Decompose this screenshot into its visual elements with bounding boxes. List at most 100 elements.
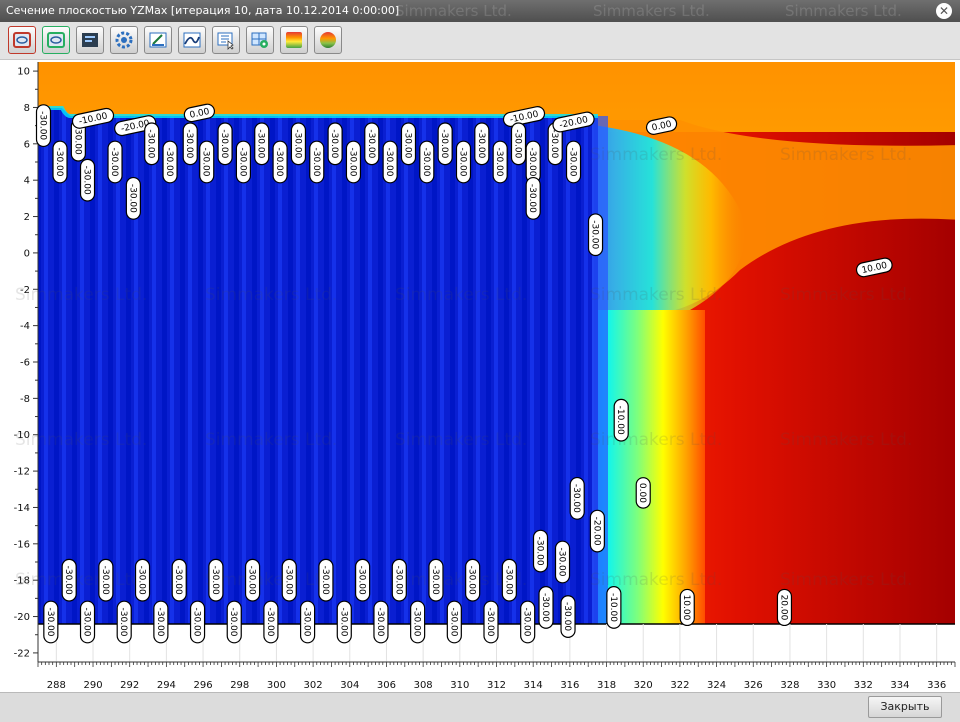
contour-label: -30.00 <box>263 600 279 644</box>
list-panel-icon[interactable] <box>76 26 104 54</box>
contour-label: -30.00 <box>532 529 549 573</box>
contour-label-text: -30.00 <box>448 607 458 636</box>
contour-label-text: -30.00 <box>347 147 357 176</box>
x-tick-label: 316 <box>560 680 579 691</box>
contour-label-text: -30.00 <box>549 129 559 158</box>
contour-label-text: -30.00 <box>118 607 128 636</box>
x-tick-label: 328 <box>780 680 799 691</box>
contour-label: -30.00 <box>520 600 536 644</box>
watermark: Simmakers Ltd. <box>590 570 722 590</box>
contour-label-text: -30.00 <box>164 147 174 176</box>
contour-label: -30.00 <box>43 600 59 644</box>
frozen-zone <box>38 108 598 624</box>
contour-label-text: -30.00 <box>38 111 48 140</box>
contour-label: -30.00 <box>419 140 435 184</box>
contour-label-text: -30.00 <box>421 147 431 176</box>
contour-label-text: -30.00 <box>494 147 504 176</box>
color-palette-icon[interactable] <box>280 26 308 54</box>
contour-label-text: -30.00 <box>173 566 183 595</box>
x-tick-label: 324 <box>707 680 726 691</box>
contour-label: -30.00 <box>410 600 426 644</box>
close-button[interactable]: Закрыть <box>868 696 942 718</box>
contour-label-text: -30.00 <box>557 547 567 576</box>
window-titlebar: Сечение плоскостью YZMax [итерация 10, д… <box>0 0 960 22</box>
contour-label: -30.00 <box>199 140 215 184</box>
draw-section-icon[interactable] <box>144 26 172 54</box>
y-tick-label: 4 <box>24 176 30 187</box>
x-tick-label: 322 <box>670 680 689 691</box>
contour-label: -30.00 <box>52 140 68 184</box>
contour-label: -30.00 <box>272 140 288 184</box>
watermark: Simmakers Ltd. <box>780 570 912 590</box>
x-tick-label: 314 <box>524 680 543 691</box>
contour-label: -30.00 <box>208 558 224 602</box>
contour-label-text: -30.00 <box>503 566 513 595</box>
y-tick-label: 6 <box>24 139 30 150</box>
watermark: Simmakers Ltd. <box>395 2 512 20</box>
contour-label: -30.00 <box>501 558 517 602</box>
contour-label: 20.00 <box>776 588 793 627</box>
contour-label-text: -30.00 <box>320 566 330 595</box>
close-icon[interactable]: ✕ <box>936 3 952 19</box>
toolbar <box>0 22 960 60</box>
contour-label: -20.00 <box>589 509 605 553</box>
watermark: Simmakers Ltd. <box>15 430 147 450</box>
y-tick-label: -14 <box>14 503 30 514</box>
watermark: Simmakers Ltd. <box>593 2 710 20</box>
y-tick-label: -4 <box>20 321 30 332</box>
color-wheel-icon[interactable] <box>314 26 342 54</box>
contour-label: -30.00 <box>437 122 453 166</box>
contour-label: -30.00 <box>171 558 187 602</box>
x-tick-label: 302 <box>304 680 323 691</box>
x-tick-label: 336 <box>927 680 946 691</box>
contour-label-text: -30.00 <box>274 147 284 176</box>
contour-label-text: -30.00 <box>109 147 119 176</box>
contour-label-text: -30.00 <box>100 566 110 595</box>
watermark: Simmakers Ltd. <box>780 285 912 305</box>
contour-label: -30.00 <box>560 595 576 638</box>
y-tick-label: 10 <box>17 67 30 78</box>
section-plot[interactable]: 10 8 6 4 2 0 -2 -4 -6 -8 -10 -12 -14 -16 -18 -20 -22 288… <box>0 60 960 692</box>
contour-label-text: -30.00 <box>522 607 532 636</box>
line-chart-icon[interactable] <box>178 26 206 54</box>
x-tick-label: 326 <box>744 680 763 691</box>
contour-label: -30.00 <box>162 140 178 184</box>
grid-settings-icon[interactable] <box>246 26 274 54</box>
x-tick-label: 312 <box>487 680 506 691</box>
contour-label-text: -30.00 <box>338 607 348 636</box>
contour-label: -30.00 <box>428 558 444 602</box>
frame-green-icon[interactable] <box>42 26 70 54</box>
contour-label: -30.00 <box>465 558 481 602</box>
contour-label-text: -30.00 <box>476 129 486 158</box>
contour-label: -30.00 <box>79 158 96 202</box>
contour-label-text: -30.00 <box>402 129 412 158</box>
contour-label-text: -30.00 <box>384 147 394 176</box>
contour-label-text: -10.00 <box>608 593 618 622</box>
contour-label: -30.00 <box>355 558 371 602</box>
contour-label-text: -30.00 <box>357 566 367 595</box>
contour-label: -30.00 <box>107 140 123 184</box>
settings-gear-icon[interactable] <box>110 26 138 54</box>
contour-label-text: -30.00 <box>63 566 73 595</box>
x-axis: 288 290 292 294 296 298 300 302 304 306 308 310 312 3… <box>37 662 956 691</box>
cursor-select-icon[interactable] <box>212 26 240 54</box>
contour-label: -30.00 <box>538 586 554 629</box>
contour-label-text: -30.00 <box>513 129 523 158</box>
contour-label: -30.00 <box>345 140 362 184</box>
watermark: Simmakers Ltd. <box>395 430 527 450</box>
contour-label: -30.00 <box>336 600 352 644</box>
contour-label: -30.00 <box>116 600 132 644</box>
contour-label: -30.00 <box>189 600 206 644</box>
contour-label: -30.00 <box>134 558 151 602</box>
contour-label: -30.00 <box>474 122 490 166</box>
x-tick-label: 288 <box>47 680 66 691</box>
contour-label-text: -30.00 <box>210 566 220 595</box>
contour-label: -10.00 <box>613 398 629 442</box>
contour-label-text: -30.00 <box>237 147 247 176</box>
frame-red-icon[interactable] <box>8 26 36 54</box>
contour-label: -30.00 <box>318 558 334 602</box>
x-tick-label: 330 <box>817 680 836 691</box>
temperature-heatmap[interactable]: 1086420-2-4-6-8-10-12-14-16-18-20-22 288… <box>0 60 960 692</box>
contour-label: -30.00 <box>235 140 252 184</box>
contour-label: -30.00 <box>569 476 585 520</box>
